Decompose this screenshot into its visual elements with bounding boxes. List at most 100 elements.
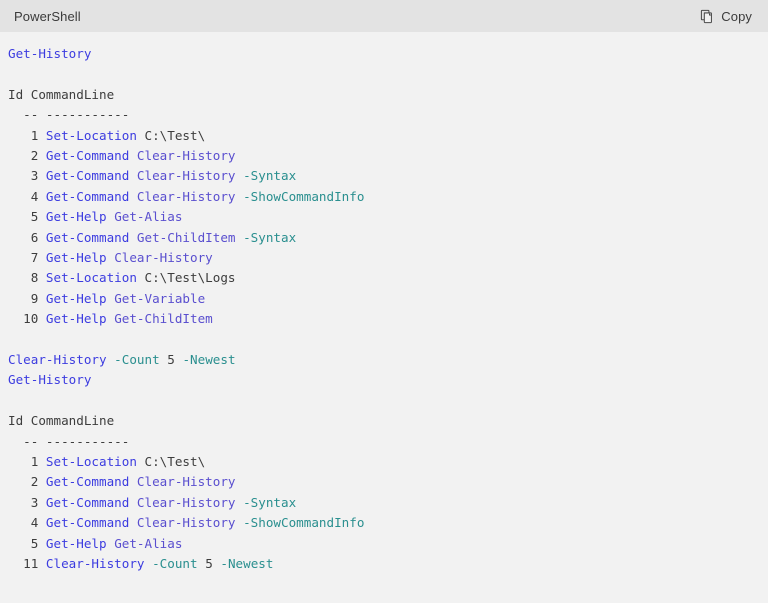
code-line: Clear-History -Count 5 -Newest <box>8 350 768 370</box>
code-token-num: 2 <box>8 474 46 490</box>
copy-button-label: Copy <box>721 8 752 24</box>
code-token-num: 9 <box>8 290 46 306</box>
code-token-num: 5 <box>8 535 46 551</box>
code-token-cmdlet: Get-Command <box>45 229 130 245</box>
code-token-plain: C:\Test\ <box>144 454 206 470</box>
code-token-num: 5 <box>205 556 213 572</box>
code-line: 3 Get-Command Clear-History -Syntax <box>8 493 768 513</box>
code-token-cmdlet: Get-Command <box>45 148 130 164</box>
code-token-cmdlet: Get-Help <box>45 535 107 551</box>
code-token-cmdlet: Set-Location <box>45 454 137 470</box>
code-token-rule: -- ----------- <box>8 433 130 449</box>
code-token-num: 1 <box>8 127 46 143</box>
code-token-cmdlet: Get-Help <box>45 311 107 327</box>
code-token-cmdlet: Get-Command <box>45 474 130 490</box>
code-line: 6 Get-Command Get-ChildItem -Syntax <box>8 228 768 248</box>
code-line: -- ----------- <box>8 432 768 452</box>
code-token-argument: Clear-History <box>136 188 236 204</box>
code-token-rule: -- ----------- <box>8 107 130 123</box>
code-line: 4 Get-Command Clear-History -ShowCommand… <box>8 513 768 533</box>
code-token-num: 11 <box>8 556 46 572</box>
code-token-cmdlet: Get-Help <box>45 209 107 225</box>
code-token-argument: Clear-History <box>114 250 213 266</box>
code-line: Id CommandLine <box>8 85 768 105</box>
copy-button[interactable]: Copy <box>698 7 754 26</box>
code-token-cmdlet: Get-History <box>8 372 92 388</box>
code-token-num: 7 <box>8 250 46 266</box>
language-label: PowerShell <box>14 8 81 24</box>
code-line: Get-History <box>8 370 768 390</box>
code-token-parameter: -Syntax <box>243 494 297 510</box>
code-token-argument: Get-Variable <box>114 290 206 306</box>
code-token-cmdlet: Get-History <box>8 46 92 61</box>
code-token-num: 5 <box>8 209 46 225</box>
code-token-argument: Clear-History <box>136 148 236 164</box>
code-line: 5 Get-Help Get-Alias <box>8 534 768 554</box>
code-token-num: 10 <box>8 311 46 327</box>
code-line: 8 Set-Location C:\Test\Logs <box>8 268 768 288</box>
code-token-cmdlet: Clear-History <box>8 352 107 368</box>
code-token-num: 4 <box>8 515 46 531</box>
code-token-argument: Clear-History <box>136 168 236 184</box>
code-token-header: Id CommandLine <box>8 413 115 429</box>
code-line: 11 Clear-History -Count 5 -Newest <box>8 554 768 574</box>
code-token-num: 2 <box>8 148 46 164</box>
code-token-num: 3 <box>8 494 46 510</box>
code-token-parameter: -Count <box>114 352 160 368</box>
code-token-num: 3 <box>8 168 46 184</box>
code-line: 1 Set-Location C:\Test\ <box>8 126 768 146</box>
code-token-argument: Clear-History <box>136 515 236 531</box>
code-token-argument: Clear-History <box>136 474 236 490</box>
code-line: -- ----------- <box>8 105 768 125</box>
code-card-header: PowerShell Copy <box>0 0 768 32</box>
code-line: 5 Get-Help Get-Alias <box>8 207 768 227</box>
code-token-parameter: -ShowCommandInfo <box>243 188 365 204</box>
code-content[interactable]: Get-History Id CommandLine -- ----------… <box>8 44 768 575</box>
code-token-header: Id CommandLine <box>8 86 115 102</box>
code-token-cmdlet: Get-Command <box>45 168 130 184</box>
code-token-cmdlet: Get-Command <box>45 515 130 531</box>
code-token-cmdlet: Clear-History <box>45 556 145 572</box>
code-token-plain: C:\Test\Logs <box>144 270 236 286</box>
code-line: 9 Get-Help Get-Variable <box>8 289 768 309</box>
code-line: 10 Get-Help Get-ChildItem <box>8 309 768 329</box>
code-line: Id CommandLine <box>8 411 768 431</box>
code-token-parameter: -ShowCommandInfo <box>243 515 365 531</box>
code-token-argument: Clear-History <box>136 494 236 510</box>
code-token-num: 4 <box>8 188 46 204</box>
code-body[interactable]: Get-History Id CommandLine -- ----------… <box>0 32 768 603</box>
code-token-cmdlet: Get-Command <box>45 188 130 204</box>
code-token-num: 5 <box>167 352 175 368</box>
code-line: 2 Get-Command Clear-History <box>8 472 768 492</box>
code-token-argument: Get-Alias <box>114 209 183 225</box>
code-token-parameter: -Newest <box>182 352 236 368</box>
code-token-cmdlet: Get-Command <box>45 494 130 510</box>
code-token-plain: C:\Test\ <box>144 127 206 143</box>
code-line: 2 Get-Command Clear-History <box>8 146 768 166</box>
code-token-argument: Get-ChildItem <box>114 311 213 327</box>
code-token-parameter: -Syntax <box>243 168 297 184</box>
code-token-argument: Get-ChildItem <box>136 229 236 245</box>
code-token-cmdlet: Set-Location <box>45 127 137 143</box>
code-token-argument: Get-Alias <box>114 535 183 551</box>
code-token-parameter: -Syntax <box>243 229 297 245</box>
code-token-cmdlet: Set-Location <box>45 270 137 286</box>
